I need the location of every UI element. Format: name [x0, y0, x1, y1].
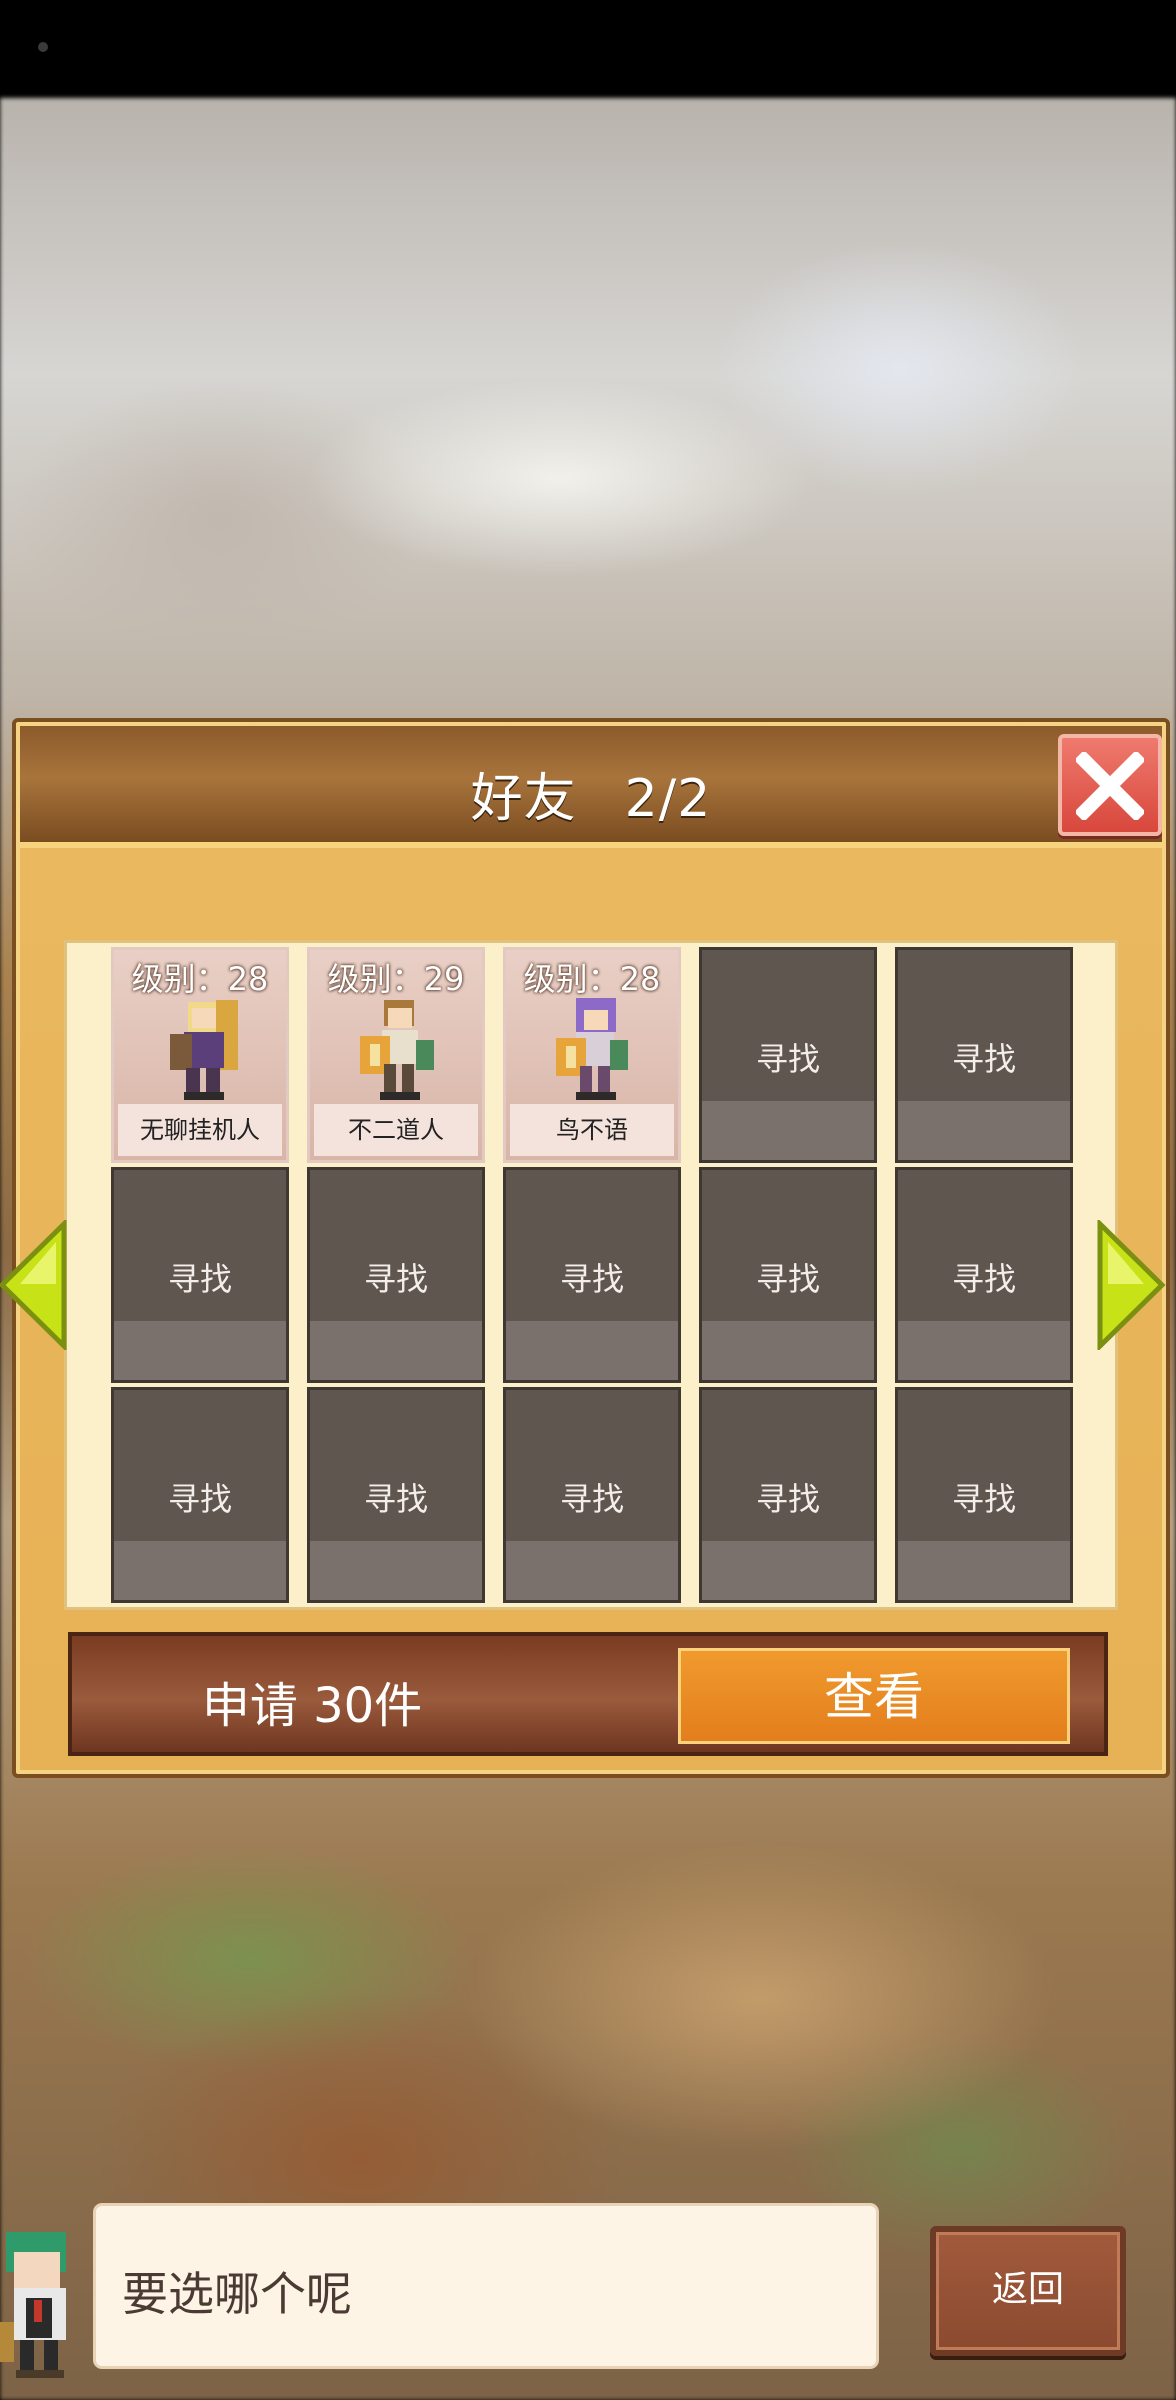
find-friend-slot[interactable]: 寻找: [699, 1167, 877, 1383]
close-icon: [1076, 752, 1144, 820]
arrow-left-icon: [0, 1218, 67, 1352]
friend-name: 鸟不语: [510, 1104, 674, 1156]
arrow-right-icon: [1097, 1218, 1166, 1352]
friend-avatar-icon: [550, 994, 640, 1108]
friend-level: 级别：29: [327, 960, 465, 998]
friend-level: 级别：28: [523, 960, 661, 998]
find-label: 寻找: [559, 1260, 624, 1298]
find-label: 寻找: [755, 1260, 820, 1298]
find-label: 寻找: [363, 1260, 428, 1298]
find-label: 寻找: [951, 1480, 1016, 1518]
prev-page-button[interactable]: [0, 1218, 68, 1352]
dialog-title-text: 好友: [470, 769, 577, 829]
friend-level: 级别：28: [131, 960, 269, 998]
find-friend-slot[interactable]: 寻找: [307, 1387, 485, 1603]
find-label: 寻找: [559, 1480, 624, 1518]
find-friend-slot[interactable]: 寻找: [111, 1387, 289, 1603]
friend-grid: 级别：28 无聊挂机人 级别：29 不二道人 级别：28 鸟不语 寻找 寻找 寻…: [64, 940, 1118, 1610]
friends-dialog: 好友 2/2 级别：28 无聊挂机人 级别：29 不二道人 级别：28 鸟不语 …: [0, 718, 1170, 1778]
request-bar: 申请 30件 查看: [68, 1632, 1108, 1756]
find-friend-slot[interactable]: 寻找: [111, 1167, 289, 1383]
find-label: 寻找: [755, 1040, 820, 1078]
friend-name: 无聊挂机人: [118, 1104, 282, 1156]
find-label: 寻找: [951, 1040, 1016, 1078]
friend-name: 不二道人: [314, 1104, 478, 1156]
friend-slot[interactable]: 级别：29 不二道人: [307, 947, 485, 1163]
friend-avatar-icon: [354, 994, 444, 1108]
next-page-button[interactable]: [1096, 1218, 1166, 1352]
message-text: 要选哪个呢: [122, 2267, 352, 2321]
find-label: 寻找: [167, 1260, 232, 1298]
find-friend-slot[interactable]: 寻找: [895, 1167, 1073, 1383]
dialog-header: 好友 2/2: [20, 726, 1162, 848]
find-friend-slot[interactable]: 寻找: [699, 1387, 877, 1603]
back-button[interactable]: 返回: [930, 2226, 1126, 2356]
dialog-title: 好友 2/2: [20, 756, 1162, 831]
friend-slot[interactable]: 级别：28 鸟不语: [503, 947, 681, 1163]
close-button[interactable]: [1058, 734, 1162, 836]
message-box: 要选哪个呢: [96, 2206, 876, 2366]
find-label: 寻找: [363, 1480, 428, 1518]
find-friend-slot[interactable]: 寻找: [503, 1167, 681, 1383]
request-count: 申请 30件: [201, 1678, 423, 1734]
view-requests-button[interactable]: 查看: [678, 1648, 1070, 1744]
find-label: 寻找: [755, 1480, 820, 1518]
npc-avatar: [0, 2222, 90, 2386]
find-friend-slot[interactable]: 寻找: [699, 947, 877, 1163]
find-friend-slot[interactable]: 寻找: [307, 1167, 485, 1383]
friend-avatar-icon: [158, 994, 248, 1108]
find-label: 寻找: [951, 1260, 1016, 1298]
friend-count: 2/2: [624, 769, 712, 829]
find-friend-slot[interactable]: 寻找: [895, 947, 1073, 1163]
npc-character-icon: [0, 2232, 66, 2378]
status-dot-icon: [38, 42, 48, 52]
status-bar: [0, 0, 1176, 98]
find-label: 寻找: [167, 1480, 232, 1518]
find-friend-slot[interactable]: 寻找: [895, 1387, 1073, 1603]
find-friend-slot[interactable]: 寻找: [503, 1387, 681, 1603]
friend-slot[interactable]: 级别：28 无聊挂机人: [111, 947, 289, 1163]
